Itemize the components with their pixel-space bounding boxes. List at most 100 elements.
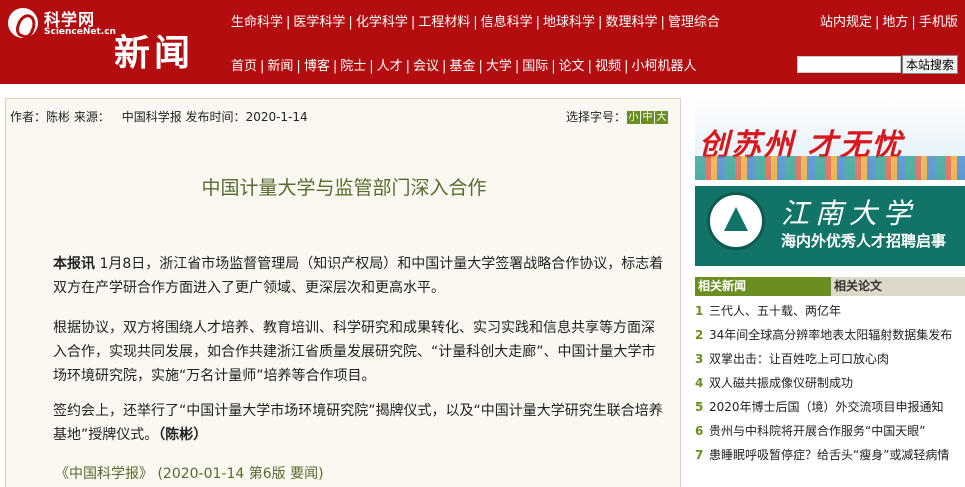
nav-separator: | bbox=[535, 15, 541, 30]
nav-item-medical-science[interactable]: 医学科学 bbox=[293, 11, 345, 30]
news-title[interactable]: 贵州与中科院将开展合作服务“中国天眼” bbox=[709, 424, 925, 438]
list-item[interactable]: 3 双掌出击：让百姓吃上可口放心肉 bbox=[695, 351, 965, 368]
suzhou-talent-banner[interactable]: 创苏州 才无忧 bbox=[695, 98, 965, 180]
article-paragraph-3: 签约会上，还举行了“中国计量大学市场环境研究院”揭牌仪式，以及“中国计量大学研究… bbox=[53, 399, 667, 447]
font-size-small-button[interactable]: 小 bbox=[627, 111, 640, 124]
nav-item-information-science[interactable]: 信息科学 bbox=[481, 11, 533, 30]
nav-item-universities[interactable]: 大学 bbox=[486, 55, 512, 74]
list-number: 3 bbox=[695, 352, 704, 366]
nav-separator: | bbox=[587, 59, 593, 74]
date-label: 发布时间： bbox=[185, 110, 246, 124]
list-item[interactable]: 5 2020年博士后国（境）外交流项目申报通知 bbox=[695, 399, 965, 416]
nav-item-site-rules[interactable]: 站内规定 bbox=[820, 11, 872, 30]
list-number: 2 bbox=[695, 328, 704, 342]
list-item[interactable]: 7 患睡眠呼吸暂停症？给舌头“瘦身”或减轻病情 bbox=[695, 447, 965, 464]
nav-separator: | bbox=[260, 59, 265, 74]
site-logo[interactable]: 科学网 ScienceNet.cn bbox=[8, 6, 116, 42]
source-name: 中国科学报 bbox=[121, 110, 182, 124]
font-size-large-button[interactable]: 大 bbox=[655, 111, 668, 124]
nav-item-conferences[interactable]: 会议 bbox=[413, 55, 439, 74]
tab-related-papers[interactable]: 相关论文 bbox=[831, 277, 965, 296]
news-title[interactable]: 34年间全球高分辨率地表太阳辐射数据集发布 bbox=[709, 328, 952, 342]
paragraph-text: 1月8日，浙江省市场监督管理局（知识产权局）和中国计量大学签署战略合作协议，标志… bbox=[53, 256, 664, 296]
university-emblem-icon bbox=[707, 192, 765, 250]
font-size-label: 选择字号： bbox=[565, 110, 626, 124]
lead-tag: 本报讯 bbox=[53, 256, 95, 272]
list-number: 6 bbox=[695, 424, 704, 438]
nav-separator: | bbox=[551, 59, 556, 74]
banner-subtitle: 海内外优秀人才招聘启事 bbox=[781, 232, 947, 250]
skyline-graphic bbox=[695, 156, 965, 180]
nav-item-earth-science[interactable]: 地球科学 bbox=[543, 11, 595, 30]
news-title[interactable]: 患睡眠呼吸暂停症？给舌头“瘦身”或减轻病情 bbox=[709, 448, 949, 462]
tab-related-news[interactable]: 相关新闻 bbox=[695, 277, 831, 296]
nav-separator: | bbox=[442, 59, 447, 74]
news-title[interactable]: 双掌出击：让百姓吃上可口放心肉 bbox=[709, 352, 889, 366]
nav-separator: | bbox=[296, 59, 301, 74]
nav-item-chemistry[interactable]: 化学科学 bbox=[356, 11, 408, 30]
article-meta: 作者：陈彬 来源： 中国科学报 发布时间：2020-1-14 bbox=[10, 108, 308, 125]
paragraph-text: 签约会上，还举行了“中国计量大学市场环境研究院”揭牌仪式，以及“中国计量大学研究… bbox=[53, 403, 663, 443]
list-number: 4 bbox=[695, 376, 704, 390]
article-paragraph-1: 本报讯 1月8日，浙江省市场监督管理局（知识产权局）和中国计量大学签署战略合作协… bbox=[53, 252, 667, 300]
nav-item-news[interactable]: 新闻 bbox=[267, 55, 293, 74]
font-size-medium-button[interactable]: 中 bbox=[641, 111, 654, 124]
main-nav: 首页 | 新闻 | 博客 | 院士 | 人才 | 会议 | 基金 | 大学 | 国际 | 论文 | 视频 | 小柯机器人 bbox=[231, 55, 696, 74]
nav-separator: | bbox=[348, 15, 353, 30]
nav-item-engineering[interactable]: 工程材料 bbox=[418, 11, 470, 30]
nav-item-funding[interactable]: 基金 bbox=[449, 55, 475, 74]
nav-item-mobile[interactable]: 手机版 bbox=[919, 11, 958, 30]
nav-item-management[interactable]: 管理综合 bbox=[668, 11, 720, 30]
utility-nav: 站内规定 | 地方 | 手机版 bbox=[820, 11, 958, 30]
publish-date: 2020-1-14 bbox=[245, 110, 308, 124]
list-number: 7 bbox=[695, 448, 704, 462]
list-item[interactable]: 4 双人磁共振成像仪研制成功 bbox=[695, 375, 965, 392]
nav-separator: | bbox=[514, 59, 520, 74]
related-tabs: 相关新闻 相关论文 bbox=[695, 277, 965, 296]
nav-separator: | bbox=[598, 15, 603, 30]
logo-icon bbox=[8, 8, 38, 38]
section-title: 新闻 bbox=[114, 33, 195, 74]
byline-tag: （陈彬） bbox=[158, 427, 208, 443]
nav-separator: | bbox=[369, 59, 374, 74]
nav-separator: | bbox=[875, 15, 880, 30]
list-item[interactable]: 2 34年间全球高分辨率地表太阳辐射数据集发布 bbox=[695, 327, 965, 344]
search-input[interactable] bbox=[797, 56, 901, 73]
nav-item-robot[interactable]: 小柯机器人 bbox=[631, 55, 696, 74]
nav-separator: | bbox=[286, 15, 291, 30]
nav-item-local[interactable]: 地方 bbox=[882, 11, 908, 30]
jiangnan-university-banner[interactable]: 江南大学 海内外优秀人才招聘启事 bbox=[695, 186, 965, 266]
news-title[interactable]: 三代人、五十载、两亿年 bbox=[709, 304, 841, 318]
nav-item-papers[interactable]: 论文 bbox=[559, 55, 585, 74]
search-button[interactable]: 本站搜索 bbox=[902, 55, 958, 74]
nav-separator: | bbox=[624, 59, 629, 74]
news-title[interactable]: 双人磁共振成像仪研制成功 bbox=[709, 376, 853, 390]
list-item[interactable]: 6 贵州与中科院将开展合作服务“中国天眼” bbox=[695, 423, 965, 440]
related-news-list: 1 三代人、五十载、两亿年 2 34年间全球高分辨率地表太阳辐射数据集发布 3 双掌出… bbox=[695, 303, 965, 471]
nav-item-international[interactable]: 国际 bbox=[522, 55, 548, 74]
article-paragraph-2: 根据协议，双方将围绕人才培养、教育培训、科学研究和成果转化、实习实践和信息共享等… bbox=[53, 320, 656, 384]
nav-item-home[interactable]: 首页 bbox=[231, 55, 257, 74]
author-name: 陈彬 bbox=[46, 110, 71, 124]
article-title: 中国计量大学与监管部门深入合作 bbox=[201, 177, 487, 199]
nav-separator: | bbox=[478, 59, 483, 74]
nav-item-talent[interactable]: 人才 bbox=[377, 55, 403, 74]
article-panel: 作者：陈彬 来源： 中国科学报 发布时间：2020-1-14 选择字号：小中大 … bbox=[5, 98, 681, 487]
nav-item-math-physics[interactable]: 数理科学 bbox=[605, 11, 657, 30]
nav-separator: | bbox=[405, 59, 411, 74]
logo-domain: ScienceNet.cn bbox=[44, 27, 116, 37]
nav-item-academicians[interactable]: 院士 bbox=[340, 55, 366, 74]
source-link[interactable]: 《中国科学报》 (2020-01-14 第6版 要闻) bbox=[55, 463, 324, 483]
font-size-selector: 选择字号：小中大 bbox=[566, 108, 668, 125]
nav-item-life-science[interactable]: 生命科学 bbox=[231, 11, 283, 30]
banner-school-name: 江南大学 bbox=[781, 197, 918, 230]
nav-separator: | bbox=[473, 15, 478, 30]
list-number: 1 bbox=[695, 304, 704, 318]
news-title[interactable]: 2020年博士后国（境）外交流项目申报通知 bbox=[709, 400, 944, 414]
nav-separator: | bbox=[660, 15, 665, 30]
nav-item-videos[interactable]: 视频 bbox=[595, 55, 621, 74]
nav-separator: | bbox=[410, 15, 416, 30]
source-label: 来源： bbox=[73, 110, 110, 124]
nav-item-blog[interactable]: 博客 bbox=[304, 55, 330, 74]
list-item[interactable]: 1 三代人、五十载、两亿年 bbox=[695, 303, 965, 320]
